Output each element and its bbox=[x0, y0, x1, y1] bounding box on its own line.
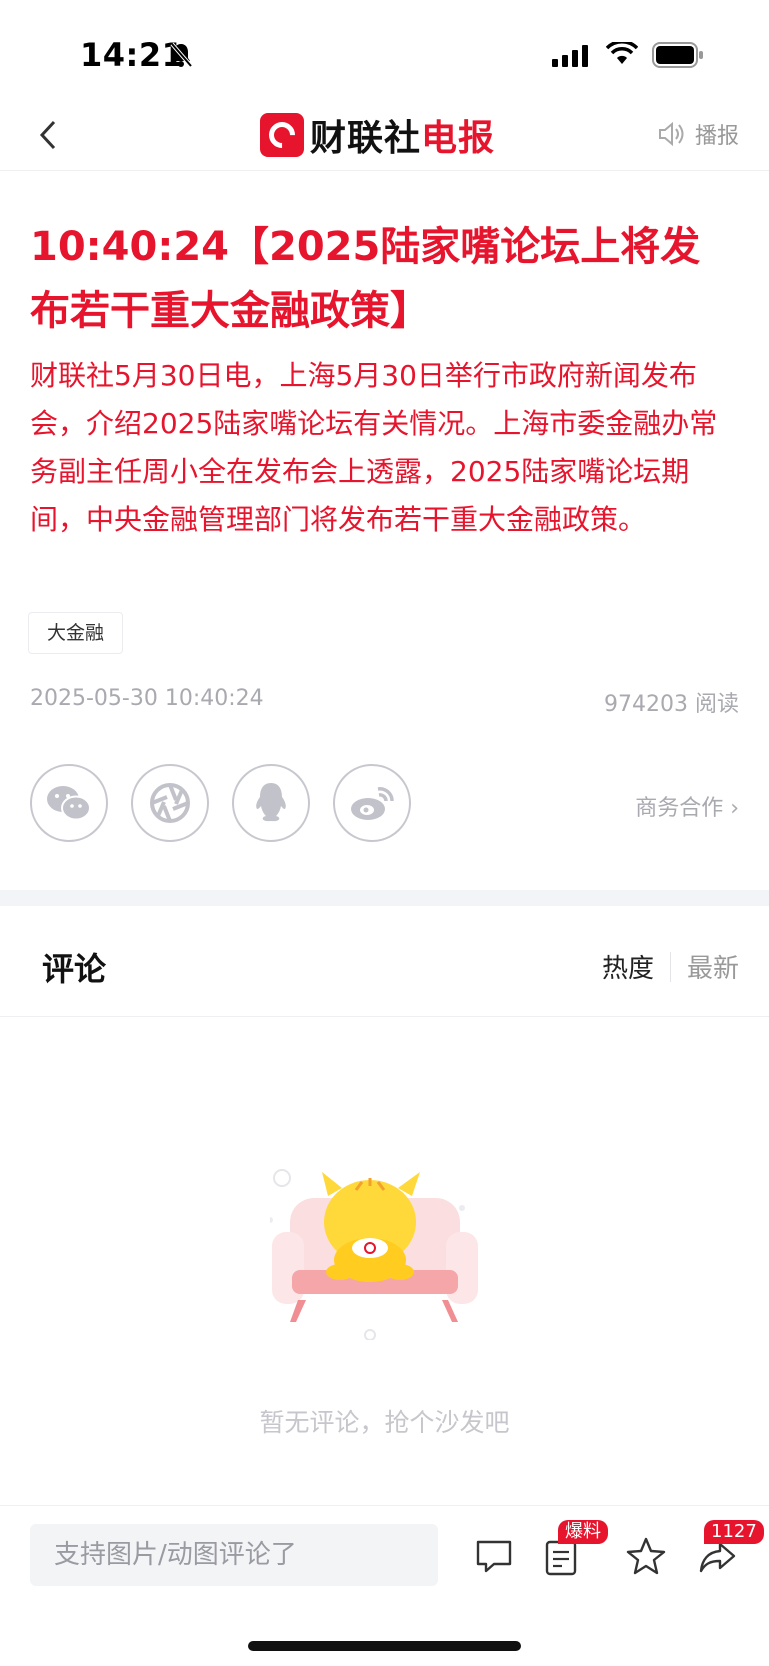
home-indicator bbox=[248, 1641, 521, 1651]
wechat-icon bbox=[47, 786, 91, 821]
article-headline: 10:40:24【2025陆家嘴论坛上将发布若干重大金融政策】 bbox=[30, 224, 701, 334]
comments-header: 评论 热度 最新 bbox=[0, 906, 769, 1017]
comment-input[interactable]: 支持图片/动图评论了 bbox=[30, 1524, 438, 1586]
cellular-signal-icon bbox=[552, 45, 588, 67]
topic-tag[interactable]: 大金融 bbox=[28, 612, 124, 654]
wifi-icon bbox=[606, 42, 638, 64]
status-bar: 14:21 bbox=[0, 0, 769, 110]
back-button[interactable] bbox=[30, 110, 70, 160]
navigation-bar: 财联社电报 播报 bbox=[0, 110, 769, 171]
report-badge: 爆料 bbox=[558, 1520, 608, 1544]
share-row bbox=[30, 764, 740, 844]
read-count: 974203 阅读 bbox=[604, 692, 739, 717]
empty-comments-text: 暂无评论，抢个沙发吧 bbox=[259, 1408, 510, 1437]
broadcast-label: 播报 bbox=[694, 124, 739, 149]
sort-hot-tab[interactable]: 热度 bbox=[602, 948, 654, 985]
brand-title-b: 电报 bbox=[421, 118, 496, 159]
share-wechat-button[interactable] bbox=[30, 764, 108, 842]
brand-logo: 财联社电报 bbox=[260, 110, 495, 160]
share-moments-button[interactable] bbox=[131, 764, 209, 842]
brand-title-a: 财联社 bbox=[310, 118, 422, 159]
comment-sort: 热度 最新 bbox=[602, 948, 739, 985]
empty-comments-illustration bbox=[270, 1169, 478, 1340]
brand-title: 财联社电报 bbox=[310, 109, 495, 161]
silent-bell-icon bbox=[170, 42, 192, 68]
speaker-icon bbox=[658, 121, 684, 147]
moments-icon bbox=[150, 783, 190, 823]
share-count-badge: 1127 bbox=[704, 1520, 764, 1544]
publish-date: 2025-05-30 10:40:24 bbox=[30, 686, 264, 711]
share-weibo-button[interactable] bbox=[333, 764, 411, 842]
brand-c-icon bbox=[260, 113, 304, 157]
weibo-icon bbox=[351, 787, 394, 820]
favorite-star-icon[interactable] bbox=[624, 1534, 668, 1578]
section-divider bbox=[0, 890, 769, 906]
sort-separator bbox=[669, 951, 671, 982]
comment-icon[interactable] bbox=[472, 1534, 516, 1578]
article-body: 财联社5月30日电，上海5月30日举行市政府新闻发布会，介绍2025陆家嘴论坛有… bbox=[30, 359, 718, 536]
sort-new-tab[interactable]: 最新 bbox=[687, 948, 739, 985]
comments-title: 评论 bbox=[42, 950, 107, 988]
status-time: 14:21 bbox=[80, 36, 185, 74]
battery-icon bbox=[652, 42, 703, 68]
qq-icon bbox=[256, 783, 286, 822]
business-cooperation-link[interactable]: 商务合作 › bbox=[635, 790, 739, 822]
share-qq-button[interactable] bbox=[232, 764, 310, 842]
broadcast-button[interactable]: 播报 bbox=[657, 118, 739, 150]
